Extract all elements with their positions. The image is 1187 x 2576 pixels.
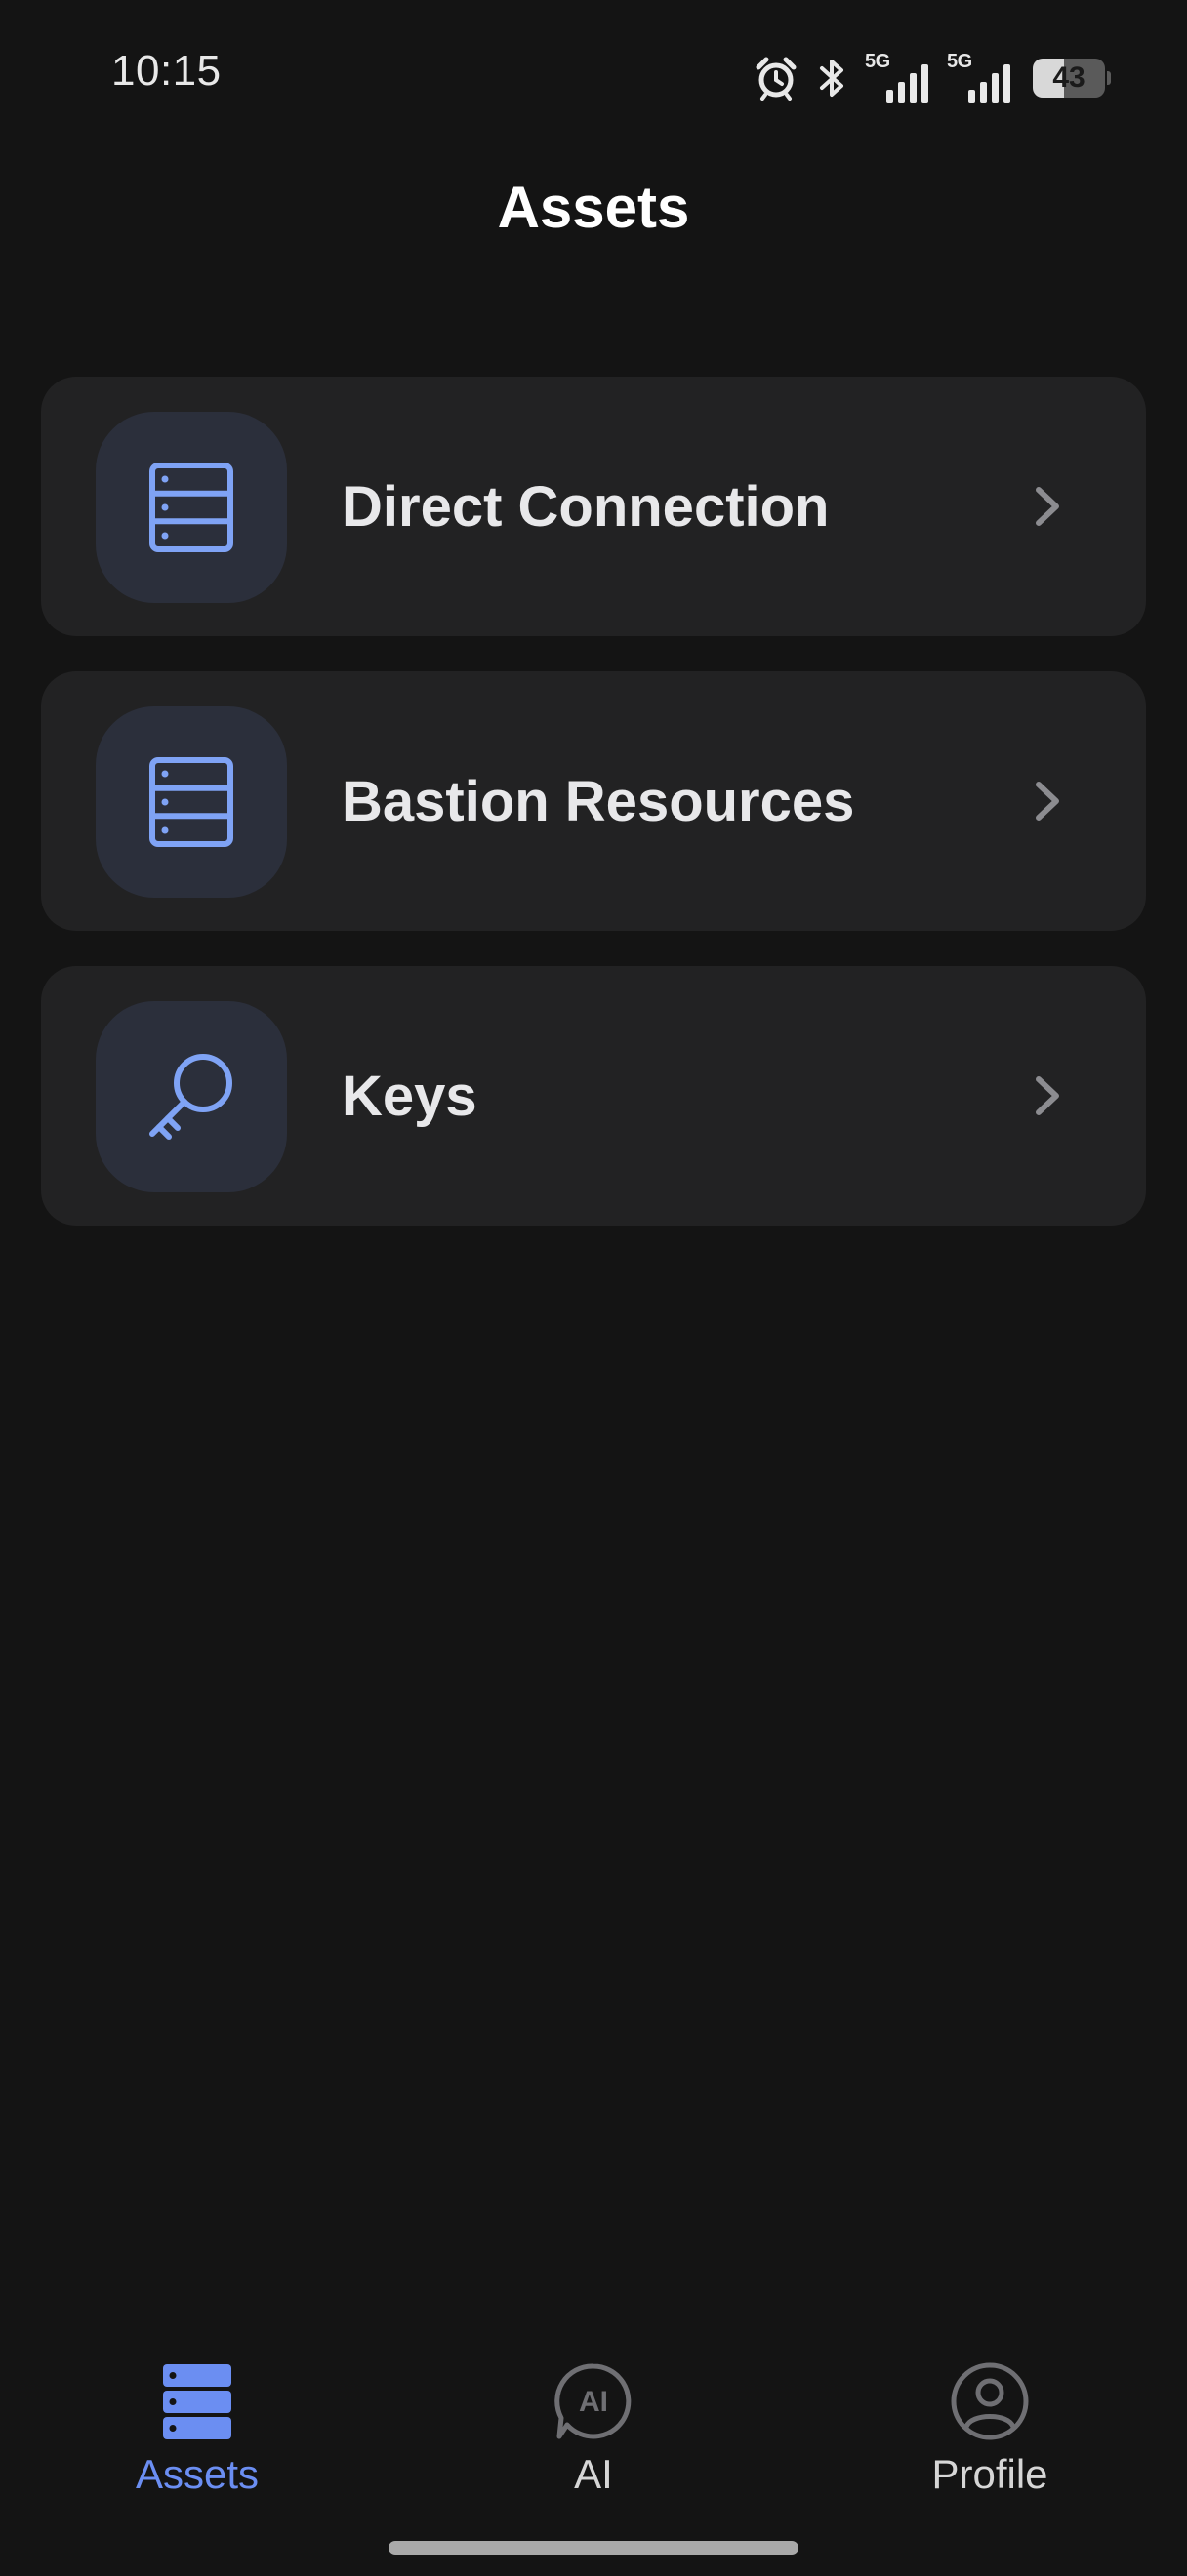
signal-2: 5G <box>947 51 1011 103</box>
menu-item-icon-tile <box>96 706 287 898</box>
tab-label: Profile <box>931 2451 1048 2497</box>
alarm-icon <box>756 57 797 101</box>
tab-label: Assets <box>135 2451 260 2497</box>
key-icon <box>149 1054 232 1140</box>
status-icons: 5G 5G 43 <box>754 49 1111 107</box>
home-indicator <box>389 2541 798 2555</box>
tab-profile[interactable]: Profile <box>843 2342 1136 2498</box>
menu-item-icon-tile <box>96 1001 287 1192</box>
bluetooth-icon <box>820 60 843 97</box>
menu-item-keys[interactable]: Keys <box>41 966 1146 1226</box>
tab-ai[interactable]: AI AI <box>447 2342 740 2498</box>
menu-item-icon-tile <box>96 412 287 603</box>
battery-icon: 43 <box>1033 59 1111 98</box>
cellular-signal-icon <box>886 64 928 103</box>
menu-item-label: Keys <box>342 1064 477 1128</box>
cellular-signal-icon <box>968 64 1010 103</box>
bottom-tab-bar: Assets AI AI Profile <box>0 2342 1187 2517</box>
menu-item-bastion-resources[interactable]: Bastion Resources <box>41 671 1146 931</box>
chevron-right-icon <box>1025 484 1070 529</box>
signal-1: 5G <box>865 51 929 103</box>
tab-label: AI <box>574 2451 613 2497</box>
battery-level: 43 <box>1052 61 1085 94</box>
menu-item-label: Direct Connection <box>342 474 830 539</box>
chevron-right-icon <box>1025 1073 1070 1118</box>
server-icon <box>149 757 233 847</box>
user-circle-icon <box>946 2357 1034 2445</box>
page-title: Assets <box>497 175 690 240</box>
chevron-right-icon <box>1025 779 1070 824</box>
asset-menu-list: Direct Connection Bastion Resources Keys <box>41 377 1146 1261</box>
menu-item-direct-connection[interactable]: Direct Connection <box>41 377 1146 636</box>
svg-text:AI: AI <box>579 2386 608 2418</box>
ai-chat-icon: AI <box>550 2357 637 2445</box>
menu-item-label: Bastion Resources <box>342 769 855 833</box>
tab-assets[interactable]: Assets <box>51 2342 344 2498</box>
server-icon <box>149 463 233 552</box>
status-time: 10:15 <box>111 47 222 95</box>
server-stack-icon <box>153 2357 241 2445</box>
status-bar: 10:15 5G 5G 43 <box>0 0 1187 156</box>
